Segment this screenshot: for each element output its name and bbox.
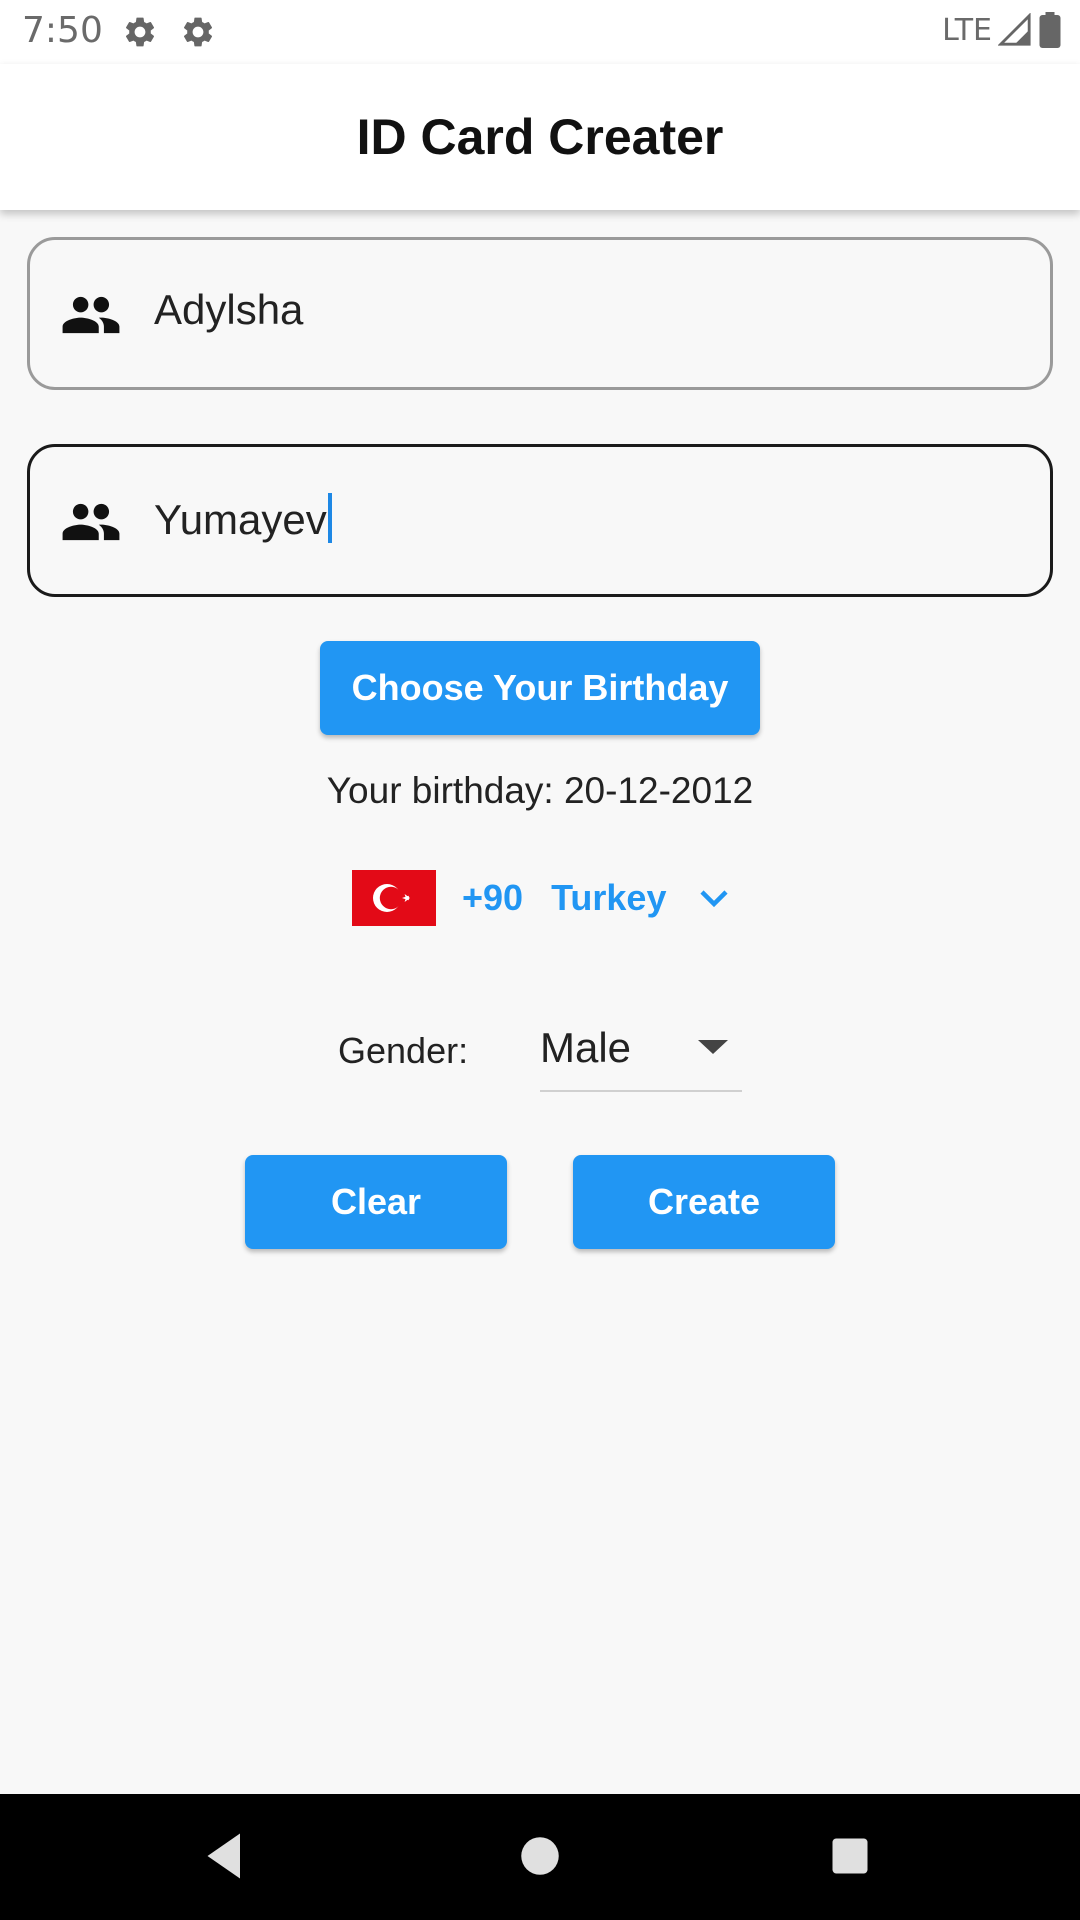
people-icon (62, 503, 120, 541)
first-name-field[interactable]: Adylsha (27, 237, 1053, 390)
create-button[interactable]: Create (573, 1155, 835, 1249)
people-icon (62, 296, 120, 334)
gender-label: Gender: (338, 1030, 469, 1071)
gear-icon (125, 17, 155, 47)
gender-selected-value: Male (540, 1024, 632, 1071)
chevron-down-icon (700, 890, 729, 908)
signal-icon (998, 13, 1031, 46)
recents-icon[interactable] (820, 1826, 880, 1886)
navigation-bar (0, 1794, 1080, 1920)
status-right: LTE (942, 12, 1062, 48)
status-time: 7:50 (22, 10, 103, 51)
first-name-value: Adylsha (154, 286, 304, 333)
page-title: ID Card Creater (356, 109, 724, 165)
dropdown-arrow-icon (698, 1040, 728, 1054)
home-icon[interactable] (510, 1826, 570, 1886)
app-bar: ID Card Creater (0, 64, 1080, 210)
country-code: +90 (462, 877, 524, 918)
country-name: Turkey (551, 877, 667, 918)
last-name-value: Yumayev (154, 496, 327, 543)
last-name-value-wrap: Yumayev (154, 493, 332, 544)
battery-icon (1039, 12, 1061, 48)
turkey-flag-icon (352, 870, 436, 926)
choose-birthday-button[interactable]: Choose Your Birthday (320, 641, 760, 735)
gender-dropdown[interactable]: Male (540, 1010, 742, 1092)
text-cursor (327, 493, 332, 543)
network-type: LTE (942, 12, 992, 48)
birthday-text: Your birthday: 20-12-2012 (326, 770, 754, 811)
country-picker[interactable]: +90 Turkey (352, 870, 732, 926)
last-name-field[interactable]: Yumayev (27, 444, 1053, 597)
status-bar: 7:50 LTE (0, 0, 1080, 64)
clear-button[interactable]: Clear (245, 1155, 507, 1249)
gear-icon (183, 17, 213, 47)
back-icon[interactable] (195, 1826, 255, 1886)
